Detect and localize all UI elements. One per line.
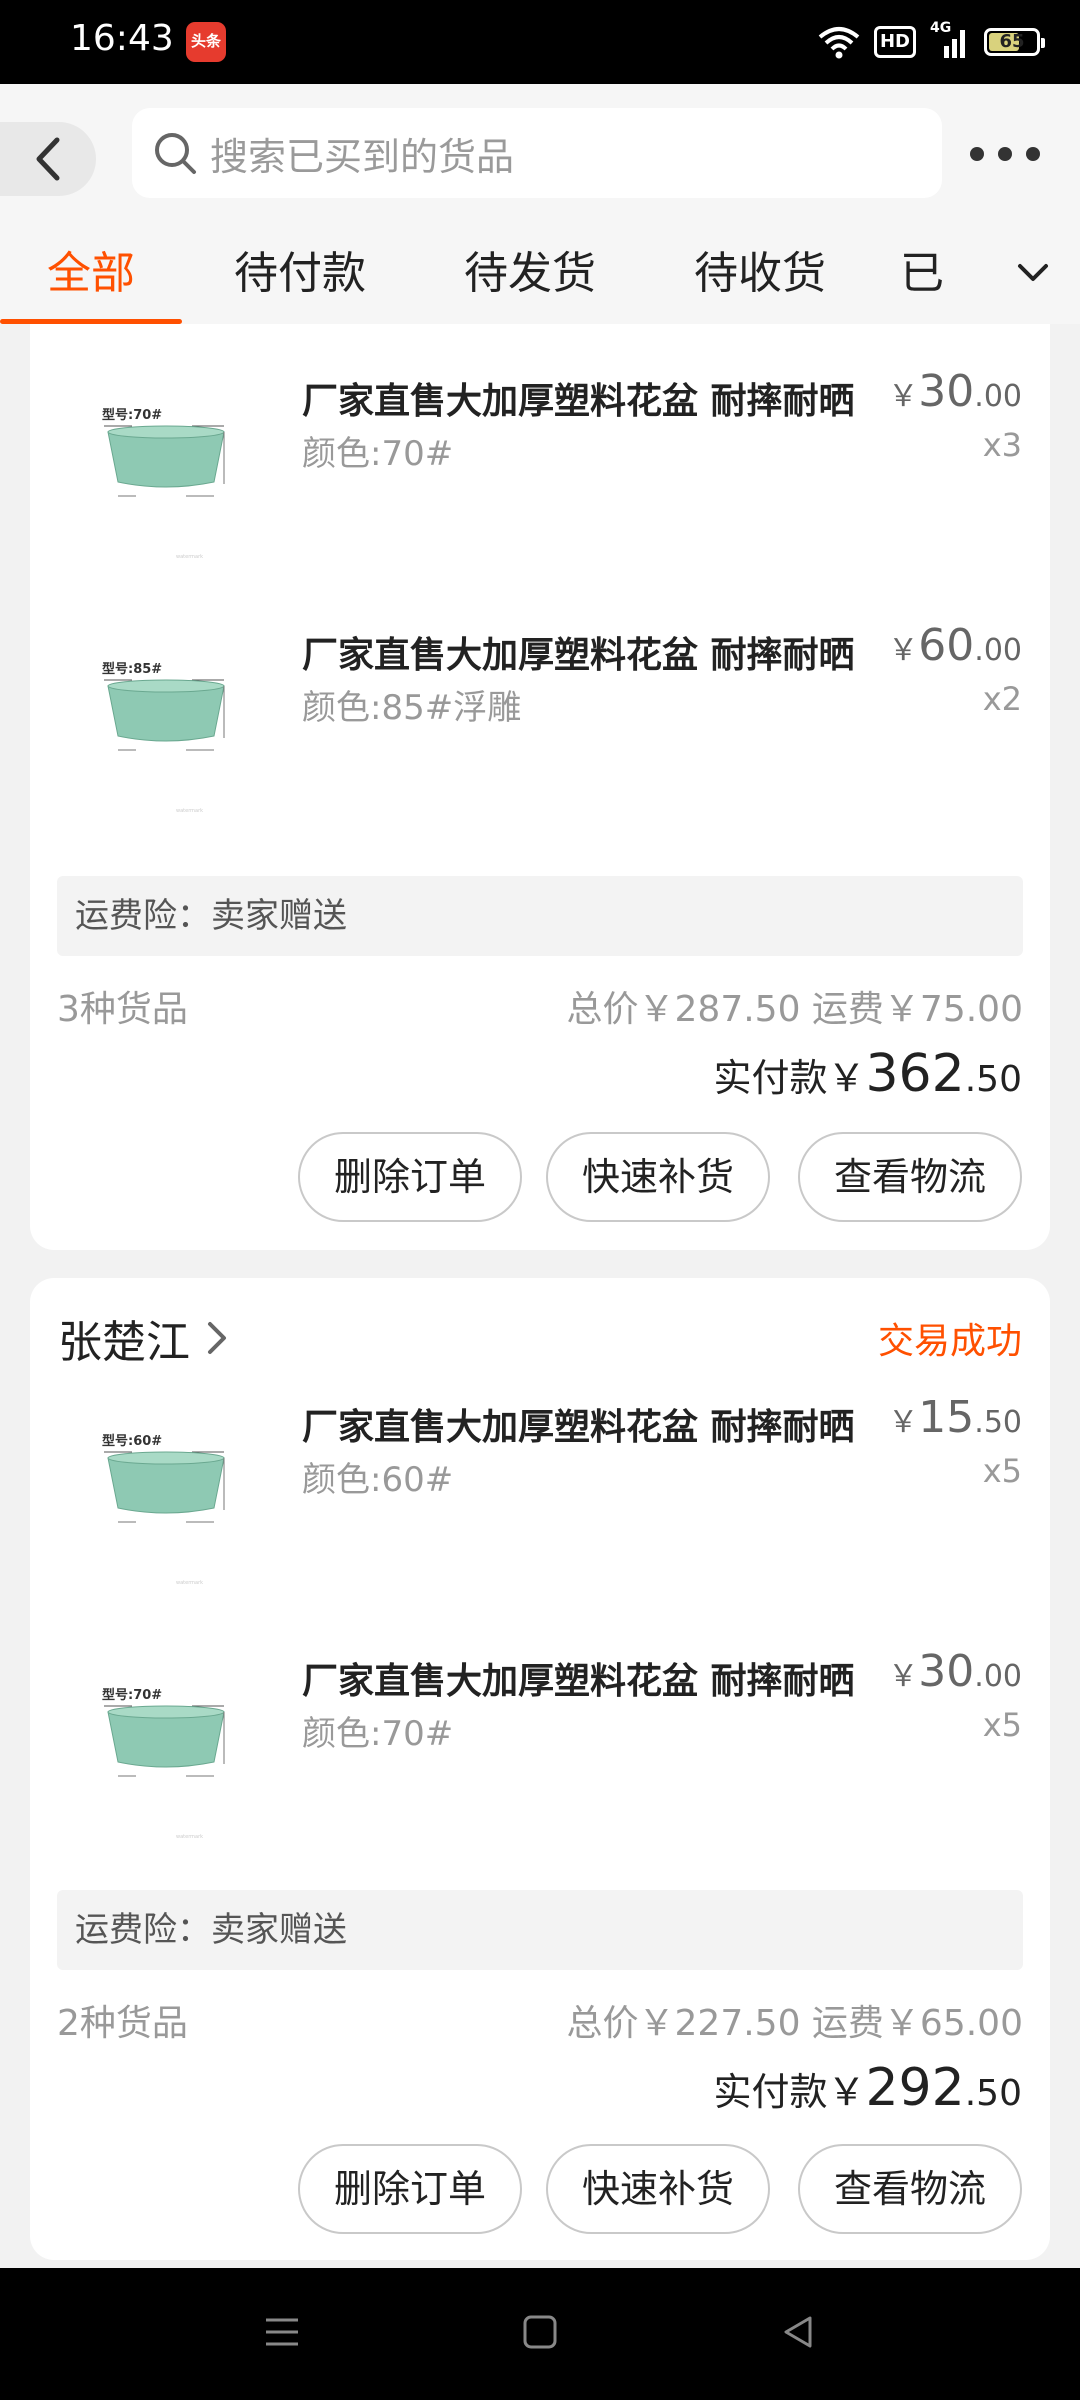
menu-icon[interactable] bbox=[262, 2312, 302, 2352]
chevron-down-icon[interactable] bbox=[1016, 258, 1050, 288]
product-image[interactable]: 型号:70# bbox=[74, 372, 270, 572]
delete-order-button[interactable]: 删除订单 bbox=[298, 1132, 522, 1222]
product-title[interactable]: 厂家直售大加厚塑料花盆 耐摔耐晒 bbox=[302, 1398, 882, 1450]
amount-paid: 实付款￥362.50 bbox=[713, 1044, 1022, 1104]
product-price: ￥60.00 bbox=[888, 620, 1022, 671]
order-totals: 总价￥287.50 运费￥75.00 bbox=[566, 989, 1023, 1030]
order-item[interactable]: 型号:70# 厂家直售大加厚塑料花盆 耐摔耐晒 颜色:70# ￥30.00 x5 bbox=[30, 1630, 1050, 1880]
quick-restock-button[interactable]: 快速补货 bbox=[546, 2144, 770, 2234]
view-logistics-button[interactable]: 查看物流 bbox=[798, 1132, 1022, 1222]
header: 搜索已买到的货品 全部 待付款 待发货 待收货 已 bbox=[0, 84, 1080, 324]
order-card: 型号:70# 厂家直售大加厚塑料花盆 耐摔耐晒 颜色:70# ￥30.00 x3… bbox=[30, 324, 1050, 1250]
search-input[interactable]: 搜索已买到的货品 bbox=[132, 108, 942, 198]
product-title[interactable]: 厂家直售大加厚塑料花盆 耐摔耐晒 bbox=[302, 626, 882, 678]
order-item[interactable]: 型号:85# 厂家直售大加厚塑料花盆 耐摔耐晒 颜色:85#浮雕 ￥60.00 … bbox=[30, 604, 1050, 854]
order-status: 交易成功 bbox=[877, 1321, 1022, 1362]
quick-restock-button[interactable]: 快速补货 bbox=[546, 1132, 770, 1222]
order-item[interactable]: 型号:60# 厂家直售大加厚塑料花盆 耐摔耐晒 颜色:60# ￥15.50 x5 bbox=[30, 1376, 1050, 1626]
product-quantity: x5 bbox=[982, 1706, 1022, 1744]
amount-paid: 实付款￥292.50 bbox=[713, 2058, 1022, 2118]
tab-pending-payment[interactable]: 待付款 bbox=[210, 224, 390, 324]
product-price: ￥30.00 bbox=[888, 366, 1022, 417]
shipping-insurance: 运费险：卖家赠送 bbox=[57, 876, 1023, 956]
product-image[interactable]: 型号:70# bbox=[74, 1652, 270, 1852]
search-icon bbox=[155, 133, 196, 174]
wifi-icon bbox=[818, 27, 860, 59]
back-icon[interactable] bbox=[778, 2312, 818, 2352]
status-icons: HD 4G 65 bbox=[818, 20, 1045, 62]
product-price: ￥30.00 bbox=[888, 1646, 1022, 1697]
product-spec: 颜色:70# bbox=[302, 1714, 454, 1754]
shop-name[interactable]: 张楚江 bbox=[58, 1306, 190, 1370]
back-button[interactable] bbox=[0, 122, 96, 196]
product-spec: 颜色:60# bbox=[302, 1460, 454, 1500]
shipping-insurance: 运费险：卖家赠送 bbox=[57, 1890, 1023, 1970]
item-count: 3种货品 bbox=[57, 989, 188, 1030]
product-quantity: x5 bbox=[982, 1452, 1022, 1490]
home-icon[interactable] bbox=[520, 2312, 560, 2352]
shop-link[interactable]: 张楚江 bbox=[58, 1308, 232, 1368]
tab-all[interactable]: 全部 bbox=[0, 224, 182, 324]
battery-icon: 65 bbox=[984, 28, 1045, 56]
tab-pending-receipt[interactable]: 待收货 bbox=[670, 224, 850, 324]
signal-icon: 4G bbox=[930, 20, 970, 60]
order-tabs: 全部 待付款 待发货 待收货 已 bbox=[0, 224, 1080, 324]
clock: 16:43 bbox=[70, 18, 174, 59]
product-image[interactable]: 型号:85# bbox=[74, 626, 270, 826]
chevron-left-icon bbox=[36, 137, 60, 181]
hd-badge: HD bbox=[873, 26, 916, 58]
item-count: 2种货品 bbox=[57, 2003, 188, 2044]
product-quantity: x3 bbox=[982, 426, 1022, 464]
order-summary: 3种货品 总价￥287.50 运费￥75.00 bbox=[57, 980, 1023, 1040]
more-menu-icon[interactable] bbox=[970, 134, 1040, 174]
product-spec: 颜色:70# bbox=[302, 434, 454, 474]
order-summary: 2种货品 总价￥227.50 运费￥65.00 bbox=[57, 1994, 1023, 2054]
order-totals: 总价￥227.50 运费￥65.00 bbox=[566, 2003, 1023, 2044]
delete-order-button[interactable]: 删除订单 bbox=[298, 2144, 522, 2234]
order-item[interactable]: 型号:70# 厂家直售大加厚塑料花盆 耐摔耐晒 颜色:70# ￥30.00 x3 bbox=[30, 350, 1050, 600]
order-card: 张楚江 交易成功 型号:60# 厂家直售大加厚塑料花盆 耐摔耐晒 颜色:60# … bbox=[30, 1278, 1050, 2260]
app-notification-icon: 头条 bbox=[186, 22, 226, 62]
tab-pending-shipment[interactable]: 待发货 bbox=[440, 224, 620, 324]
product-spec: 颜色:85#浮雕 bbox=[302, 688, 522, 728]
status-bar: 16:43 头条 HD 4G 65 bbox=[0, 0, 1080, 84]
product-title[interactable]: 厂家直售大加厚塑料花盆 耐摔耐晒 bbox=[302, 372, 882, 424]
product-image[interactable]: 型号:60# bbox=[74, 1398, 270, 1598]
system-nav-bar bbox=[0, 2268, 1080, 2400]
view-logistics-button[interactable]: 查看物流 bbox=[798, 2144, 1022, 2234]
product-title[interactable]: 厂家直售大加厚塑料花盆 耐摔耐晒 bbox=[302, 1652, 882, 1704]
product-quantity: x2 bbox=[982, 680, 1022, 718]
product-price: ￥15.50 bbox=[888, 1392, 1022, 1443]
chevron-right-icon bbox=[208, 1322, 226, 1354]
search-placeholder: 搜索已买到的货品 bbox=[210, 134, 515, 179]
